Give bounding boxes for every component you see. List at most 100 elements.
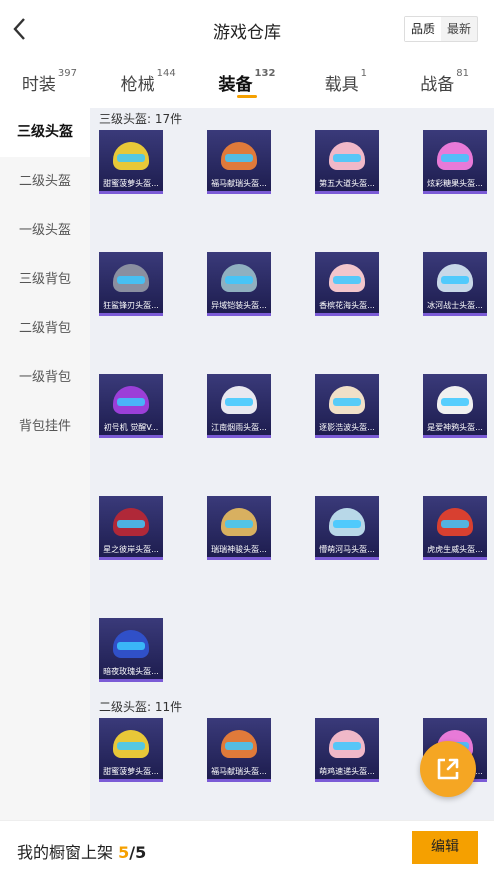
item-name: 异域铠装头盔... [211, 301, 267, 310]
bottom-bar: 我的橱窗上架 5/5 编辑 [0, 820, 494, 875]
item-name: 冰河战士头盔... [427, 301, 483, 310]
item-name: 暗夜玫瑰头盔... [103, 667, 159, 676]
sidebar-item-level1-backpack[interactable]: 一级背包 [0, 353, 90, 402]
item-name: 第五大道头盔... [319, 179, 375, 188]
sort-quality-button[interactable]: 品质 [405, 17, 441, 41]
item-card[interactable]: 萌鸡速递头盔... [315, 718, 379, 782]
tab-weapons[interactable]: 枪械144 [99, 60, 198, 108]
tab-fashion[interactable]: 时装397 [0, 60, 99, 108]
visor-shape [333, 154, 361, 162]
visor-shape [333, 520, 361, 528]
item-grid: 甜蜜菠萝头盔... 福马献瑞头盔... 第五大道头盔... 炫彩糖果头盔... 狂鲨锋刃… [90, 130, 494, 682]
share-button[interactable] [420, 741, 476, 797]
tab-label: 载具 [324, 75, 359, 95]
item-card[interactable]: 异域铠装头盔... [207, 252, 271, 316]
section-title: 三级头盔: 17件 [99, 112, 183, 126]
showcase-status: 我的橱窗上架 5/5 [17, 839, 146, 863]
item-card[interactable]: 狂鲨锋刃头盔... [99, 252, 163, 316]
item-name: 福马献瑞头盔... [211, 179, 267, 188]
visor-shape [225, 742, 253, 750]
share-icon [437, 758, 459, 780]
visor-shape [441, 398, 469, 406]
tab-count: 397 [57, 68, 77, 79]
item-card[interactable]: 第五大道头盔... [315, 130, 379, 194]
item-card[interactable]: 福马献瑞头盔... [207, 130, 271, 194]
item-card[interactable]: 香槟花海头盔... [315, 252, 379, 316]
sidebar-item-level2-backpack[interactable]: 二级背包 [0, 304, 90, 353]
item-card[interactable]: 福马献瑞头盔... [207, 718, 271, 782]
sidebar-item-level2-helmet[interactable]: 二级头盔 [0, 157, 90, 206]
tab-count: 144 [156, 68, 176, 79]
item-name: 萌鸡速递头盔... [319, 767, 375, 776]
item-card[interactable]: 冰河战士头盔... [423, 252, 487, 316]
item-name: 是爱神鸦头盔... [427, 423, 483, 432]
sidebar-item-level3-helmet[interactable]: 三级头盔 [0, 108, 90, 157]
sidebar: 三级头盔 二级头盔 一级头盔 三级背包 二级背包 一级背包 背包挂件 [0, 108, 90, 820]
item-name: 狂鲨锋刃头盔... [103, 301, 159, 310]
sort-toggle: 品质 最新 [404, 16, 478, 42]
sidebar-item-backpack-charm[interactable]: 背包挂件 [0, 402, 90, 451]
item-card[interactable]: 虎虎生威头盔... [423, 496, 487, 560]
category-tabs: 时装397 枪械144 装备132 载具1 战备81 [0, 60, 494, 108]
sidebar-item-level3-backpack[interactable]: 三级背包 [0, 255, 90, 304]
visor-shape [333, 742, 361, 750]
item-card[interactable]: 炫彩糖果头盔... [423, 130, 487, 194]
sort-latest-button[interactable]: 最新 [441, 17, 477, 41]
tab-supplies[interactable]: 战备81 [395, 60, 494, 108]
visor-shape [117, 642, 145, 650]
tab-label: 枪械 [120, 75, 155, 95]
visor-shape [117, 520, 145, 528]
visor-shape [333, 276, 361, 284]
visor-shape [225, 398, 253, 406]
item-card[interactable]: 逐影浩波头盔... [315, 374, 379, 438]
visor-shape [117, 154, 145, 162]
visor-shape [441, 520, 469, 528]
tab-label: 时装 [21, 75, 56, 95]
tab-active-indicator [236, 95, 257, 98]
visor-shape [117, 276, 145, 284]
item-name: 逐影浩波头盔... [319, 423, 375, 432]
tab-label: 战备 [420, 75, 455, 95]
item-name: 甜蜜菠萝头盔... [103, 179, 159, 188]
item-card[interactable]: 暗夜玫瑰头盔... [99, 618, 163, 682]
tab-equipment[interactable]: 装备132 [198, 60, 297, 108]
item-name: 江南烟雨头盔... [211, 423, 267, 432]
item-card[interactable]: 是爱神鸦头盔... [423, 374, 487, 438]
item-name: 初号机 觉醒V... [103, 423, 159, 432]
showcase-label: 我的橱窗上架 [17, 843, 114, 862]
item-list[interactable]: 三级头盔: 17件 甜蜜菠萝头盔... 福马献瑞头盔... 第五大道头盔... 炫彩糖… [90, 108, 494, 820]
tab-count: 81 [456, 68, 469, 79]
tab-vehicles[interactable]: 载具1 [296, 60, 395, 108]
tab-label: 装备 [218, 75, 253, 95]
item-name: 香槟花海头盔... [319, 301, 375, 310]
tab-count: 1 [360, 68, 367, 79]
item-card[interactable]: 甜蜜菠萝头盔... [99, 130, 163, 194]
item-card[interactable]: 初号机 觉醒V... [99, 374, 163, 438]
tab-count: 132 [254, 68, 276, 79]
visor-shape [117, 398, 145, 406]
showcase-total: /5 [129, 843, 147, 862]
visor-shape [225, 154, 253, 162]
header: 游戏仓库 品质 最新 [0, 0, 494, 60]
item-card[interactable]: 江南烟雨头盔... [207, 374, 271, 438]
visor-shape [117, 742, 145, 750]
item-card[interactable]: 懵萌河马头盔... [315, 496, 379, 560]
visor-shape [225, 276, 253, 284]
edit-button[interactable]: 编辑 [412, 831, 478, 864]
item-name: 炫彩糖果头盔... [427, 179, 483, 188]
item-name: 瑞瑞神骏头盔... [211, 545, 267, 554]
showcase-count: 5 [118, 843, 130, 862]
item-card[interactable]: 甜蜜菠萝头盔... [99, 718, 163, 782]
item-name: 星之彼岸头盔... [103, 545, 159, 554]
section-title: 二级头盔: 11件 [99, 700, 183, 714]
item-card[interactable]: 星之彼岸头盔... [99, 496, 163, 560]
item-name: 甜蜜菠萝头盔... [103, 767, 159, 776]
item-name: 懵萌河马头盔... [319, 545, 375, 554]
sidebar-item-level1-helmet[interactable]: 一级头盔 [0, 206, 90, 255]
visor-shape [225, 520, 253, 528]
visor-shape [441, 154, 469, 162]
visor-shape [333, 398, 361, 406]
item-card[interactable]: 瑞瑞神骏头盔... [207, 496, 271, 560]
visor-shape [441, 276, 469, 284]
item-name: 福马献瑞头盔... [211, 767, 267, 776]
